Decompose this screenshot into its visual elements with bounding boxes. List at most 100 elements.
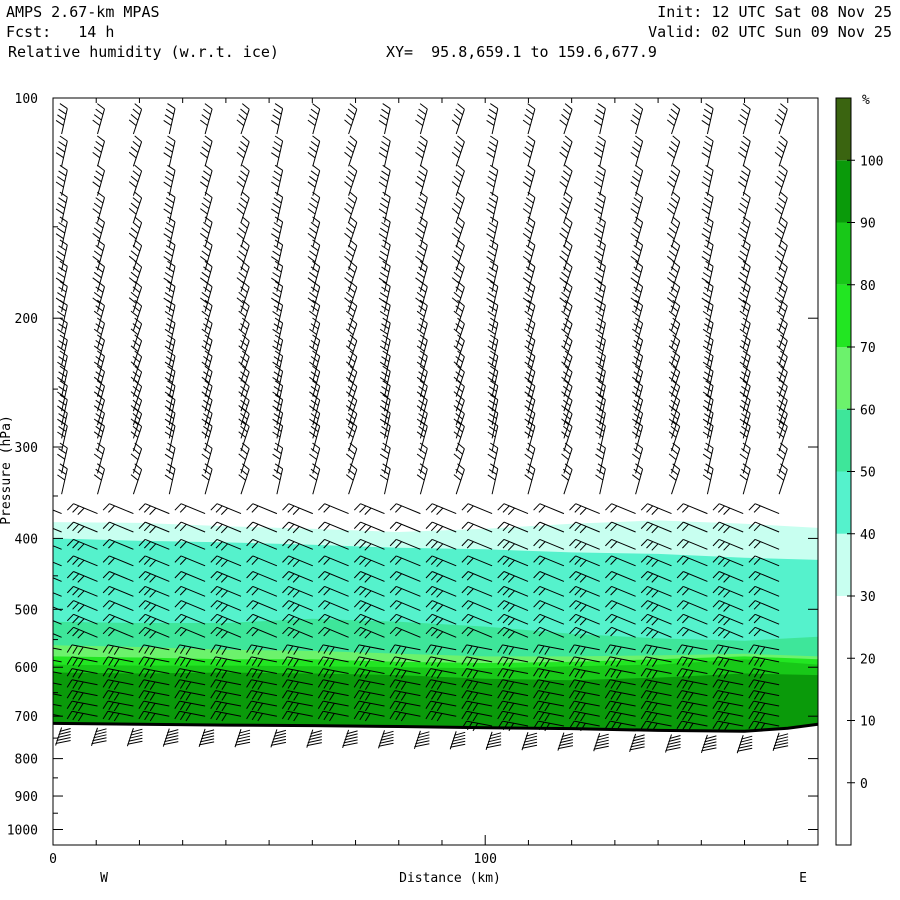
wind-barb-feather [742, 103, 751, 110]
wind-barb-feather [132, 221, 141, 229]
wind-barb-feather [630, 255, 639, 263]
wind-barb-feather [490, 135, 499, 142]
wind-barb-feather [561, 202, 569, 210]
wind-barb-shaft [53, 509, 62, 515]
wind-barb-feather [72, 505, 80, 513]
wind-barb-feather [597, 135, 606, 142]
wind-barb-shaft [61, 244, 68, 271]
wind-barb-feather [130, 474, 139, 481]
wind-barb-feather [738, 208, 746, 215]
wind-barb-feather [93, 84, 100, 89]
wind-barb-feather [635, 135, 643, 142]
wind-barb-feather [527, 103, 536, 110]
wind-barb-feather [273, 170, 282, 177]
x-end-label-west: W [100, 871, 108, 886]
wind-barb-feather [164, 114, 173, 121]
wind-barb-feather [538, 505, 546, 513]
wind-barb-feather [132, 197, 141, 204]
wind-barb-feather [318, 521, 325, 529]
wind-barb-feather [345, 175, 354, 183]
wind-barb-feather [43, 647, 48, 655]
wind-barb-feather [522, 208, 531, 215]
wind-barb-feather [418, 108, 427, 115]
wind-barb-feather [57, 250, 66, 257]
wind-barb-feather [419, 73, 426, 78]
wind-barb-shaft [384, 170, 391, 196]
wind-barb-feather [774, 181, 783, 188]
wind-barb-feather [272, 292, 281, 299]
wind-barb-feather [164, 250, 173, 257]
wind-barb-feather [95, 266, 104, 273]
wind-barb-feather [203, 140, 211, 148]
wind-barb-feather [743, 68, 750, 73]
wind-barb-feather [274, 394, 283, 401]
wind-barb-feather [753, 505, 761, 513]
wind-barb-shaft [384, 447, 391, 474]
wind-barb-feather [489, 73, 497, 78]
wind-barb-feather [702, 84, 710, 89]
wind-barb-feather [350, 68, 357, 74]
wind-barb-feather [312, 164, 321, 172]
wind-barb-shaft [61, 108, 68, 135]
wind-barb-feather [201, 271, 210, 279]
wind-barb-feather [523, 84, 530, 89]
wind-barb-feather [487, 176, 496, 182]
wind-barb-feather [631, 271, 640, 279]
wind-barb-feather [633, 140, 642, 148]
wind-barb-feather [272, 431, 281, 438]
wind-barb-feather [311, 73, 318, 78]
wind-barb-feather [272, 328, 281, 335]
wind-barb-feather [395, 523, 402, 532]
wind-barb-feather [379, 114, 388, 121]
wind-barb-feather [130, 146, 139, 153]
wind-barb-feather [672, 164, 681, 172]
wind-barb-feather [453, 291, 462, 299]
wind-barb-feather [630, 181, 639, 188]
wind-barb-feather [705, 420, 714, 427]
wind-barb-shaft [205, 98, 206, 99]
wind-barb-feather [525, 468, 534, 476]
wind-barb-feather [416, 175, 425, 183]
wind-barb-feather [204, 103, 213, 110]
wind-barb-shaft [491, 447, 499, 474]
wind-barb-feather [132, 448, 141, 455]
wind-barb-shaft [61, 447, 68, 474]
wind-barb-feather [668, 291, 677, 299]
wind-barb-feather [739, 271, 748, 279]
wind-barb-feather [92, 255, 101, 263]
wind-barb-feather [451, 232, 460, 240]
surface-barb-feather [56, 737, 71, 741]
wind-barb-feather [31, 586, 37, 593]
wind-barb-feather [240, 170, 248, 177]
wind-barb-feather [778, 221, 786, 229]
wind-barb-feather [490, 191, 499, 198]
wind-barb-feather [635, 280, 643, 288]
wind-barb-feather [128, 119, 137, 126]
wind-barb-feather [593, 119, 602, 126]
wind-barb-feather [345, 114, 354, 121]
wind-barb-feather [522, 232, 531, 240]
wind-barb-feather [486, 181, 495, 188]
wind-barb-feather [382, 103, 391, 110]
wind-barb-feather [597, 407, 606, 414]
x-end-label-east: E [799, 871, 807, 886]
wind-barb-shaft [384, 140, 391, 167]
wind-barb-feather [634, 73, 641, 78]
wind-barb-feather [382, 394, 391, 401]
wind-barb-feather [668, 175, 677, 183]
wind-barb-feather [670, 221, 679, 229]
wind-barb-feather [345, 345, 354, 352]
wind-barb-feather [312, 135, 321, 142]
wind-barb-feather [164, 361, 173, 368]
wind-barb-feather [561, 453, 569, 460]
wind-barb-shaft [575, 503, 600, 515]
wind-barb-shaft [276, 266, 284, 292]
wind-barb-feather [701, 119, 710, 126]
wind-barb-feather [97, 103, 105, 110]
wind-barb-feather [164, 328, 173, 335]
wind-barb-shaft [252, 503, 278, 515]
wind-barb-feather [133, 73, 140, 79]
wind-barb-feather [739, 474, 748, 481]
wind-barb-feather [379, 345, 388, 352]
wind-barb-feather [167, 191, 176, 198]
